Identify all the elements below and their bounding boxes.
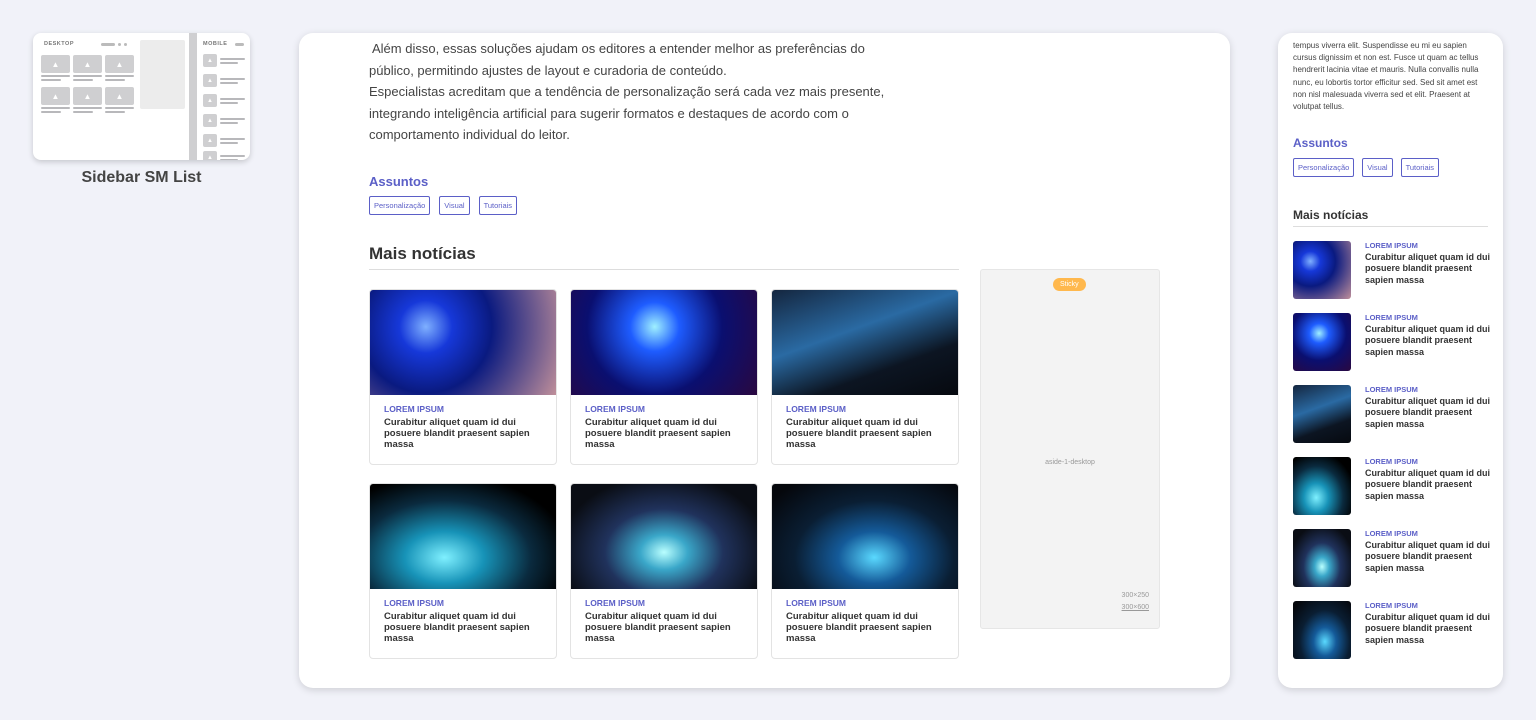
sticky-badge: Sticky xyxy=(1053,278,1086,291)
news-image xyxy=(571,290,757,395)
image-placeholder-icon: ▲ xyxy=(41,55,70,73)
tag-personalizacao[interactable]: Personalização xyxy=(1293,158,1355,177)
aside-ad-slot: Sticky aside-1-desktop 300×250 300×600 xyxy=(980,269,1160,629)
news-image xyxy=(370,290,556,395)
news-category: LOREM IPSUM xyxy=(1365,457,1418,466)
image-placeholder-icon: ▲ xyxy=(105,87,134,105)
image-placeholder-icon: ▲ xyxy=(73,55,102,73)
mais-noticias-heading: Mais notícias xyxy=(369,244,476,263)
thumbnail-mobile-row: ▲ xyxy=(203,114,245,127)
news-card[interactable]: LOREM IPSUM Curabitur aliquet quam id du… xyxy=(369,483,557,659)
thumbnail-mobile-row: ▲ xyxy=(203,151,245,160)
news-headline: Curabitur aliquet quam id dui posuere bl… xyxy=(1365,612,1491,645)
assuntos-heading: Assuntos xyxy=(369,174,429,189)
news-list-item[interactable]: LOREM IPSUM Curabitur aliquet quam id du… xyxy=(1293,385,1490,445)
news-list-item[interactable]: LOREM IPSUM Curabitur aliquet quam id du… xyxy=(1293,601,1490,661)
news-category: LOREM IPSUM xyxy=(1365,241,1418,250)
news-category: LOREM IPSUM xyxy=(1365,529,1418,538)
news-category: LOREM IPSUM xyxy=(786,598,846,608)
news-category: LOREM IPSUM xyxy=(1365,601,1418,610)
news-headline: Curabitur aliquet quam id dui posuere bl… xyxy=(1365,396,1491,429)
article-paragraph: tempus viverra elit. Suspendisse eu mi e… xyxy=(1293,41,1479,112)
thumbnail-bar xyxy=(235,43,244,46)
tag-visual[interactable]: Visual xyxy=(439,196,470,215)
news-list-item[interactable]: LOREM IPSUM Curabitur aliquet quam id du… xyxy=(1293,529,1490,589)
thumbnail-mobile-row: ▲ xyxy=(203,54,245,67)
news-headline: Curabitur aliquet quam id dui posuere bl… xyxy=(585,417,731,450)
thumbnail-divider xyxy=(189,33,197,160)
assuntos-heading: Assuntos xyxy=(1293,136,1348,150)
news-headline: Curabitur aliquet quam id dui posuere bl… xyxy=(1365,252,1491,285)
news-headline: Curabitur aliquet quam id dui posuere bl… xyxy=(786,417,932,450)
news-image xyxy=(571,484,757,589)
thumbnail-aside xyxy=(140,40,185,109)
tag-tutoriais[interactable]: Tutoriais xyxy=(478,196,518,215)
news-thumbnail xyxy=(1293,601,1351,659)
news-card[interactable]: LOREM IPSUM Curabitur aliquet quam id du… xyxy=(369,289,557,465)
news-image xyxy=(772,290,958,395)
article-paragraph: Especialistas acreditam que a tendência … xyxy=(369,84,885,142)
news-image xyxy=(370,484,556,589)
news-category: LOREM IPSUM xyxy=(384,598,444,608)
image-placeholder-icon: ▲ xyxy=(41,87,70,105)
thumbnail-mobile-row: ▲ xyxy=(203,94,245,107)
tag-list: Personalização Visual Tutoriais xyxy=(1293,158,1440,177)
news-thumbnail xyxy=(1293,241,1351,299)
section-divider xyxy=(1293,226,1488,227)
news-category: LOREM IPSUM xyxy=(786,404,846,414)
desktop-label: DESKTOP xyxy=(44,41,74,47)
news-thumbnail xyxy=(1293,457,1351,515)
news-list-item[interactable]: LOREM IPSUM Curabitur aliquet quam id du… xyxy=(1293,241,1490,301)
news-headline: Curabitur aliquet quam id dui posuere bl… xyxy=(585,611,731,644)
news-thumbnail xyxy=(1293,529,1351,587)
section-divider xyxy=(369,269,959,270)
article-paragraph: Além disso, essas soluções ajudam os edi… xyxy=(369,41,865,78)
news-headline: Curabitur aliquet quam id dui posuere bl… xyxy=(786,611,932,644)
tag-tutoriais[interactable]: Tutoriais xyxy=(1400,158,1440,177)
thumbnail-mobile-row: ▲ xyxy=(203,74,245,87)
news-category: LOREM IPSUM xyxy=(1365,313,1418,322)
news-headline: Curabitur aliquet quam id dui posuere bl… xyxy=(384,417,530,450)
news-category: LOREM IPSUM xyxy=(384,404,444,414)
news-category: LOREM IPSUM xyxy=(585,404,645,414)
news-thumbnail xyxy=(1293,385,1351,443)
news-headline: Curabitur aliquet quam id dui posuere bl… xyxy=(1365,324,1491,357)
news-list-item[interactable]: LOREM IPSUM Curabitur aliquet quam id du… xyxy=(1293,313,1490,373)
news-list-item[interactable]: LOREM IPSUM Curabitur aliquet quam id du… xyxy=(1293,457,1490,517)
ad-size-300x600[interactable]: 300×600 xyxy=(1122,604,1149,611)
mais-noticias-heading: Mais notícias xyxy=(1293,208,1369,222)
thumbnail-grid: ▲ ▲ ▲ ▲ ▲ ▲ xyxy=(41,55,134,113)
thumbnail-mobile-row: ▲ xyxy=(203,134,245,147)
news-card[interactable]: LOREM IPSUM Curabitur aliquet quam id du… xyxy=(771,483,959,659)
news-headline: Curabitur aliquet quam id dui posuere bl… xyxy=(1365,540,1491,573)
news-thumbnail xyxy=(1293,313,1351,371)
tag-list: Personalização Visual Tutoriais xyxy=(369,196,518,215)
news-category: LOREM IPSUM xyxy=(1365,385,1418,394)
news-card[interactable]: LOREM IPSUM Curabitur aliquet quam id du… xyxy=(570,289,758,465)
ad-size-300x250: 300×250 xyxy=(1121,592,1149,599)
news-image xyxy=(772,484,958,589)
mobile-label: MOBILE xyxy=(203,41,228,47)
news-card[interactable]: LOREM IPSUM Curabitur aliquet quam id du… xyxy=(771,289,959,465)
desktop-preview: Além disso, essas soluções ajudam os edi… xyxy=(299,33,1230,688)
news-headline: Curabitur aliquet quam id dui posuere bl… xyxy=(1365,468,1491,501)
news-headline: Curabitur aliquet quam id dui posuere bl… xyxy=(384,611,530,644)
news-category: LOREM IPSUM xyxy=(585,598,645,608)
layout-thumbnail[interactable]: DESKTOP ▲ ▲ ▲ ▲ ▲ ▲ MOBILE ▲ ▲ ▲ ▲ ▲ ▲ xyxy=(33,33,250,160)
image-placeholder-icon: ▲ xyxy=(73,87,102,105)
mobile-preview: tempus viverra elit. Suspendisse eu mi e… xyxy=(1278,33,1503,688)
news-card[interactable]: LOREM IPSUM Curabitur aliquet quam id du… xyxy=(570,483,758,659)
image-placeholder-icon: ▲ xyxy=(105,55,134,73)
aside-label: aside-1-desktop xyxy=(1045,459,1095,466)
tag-visual[interactable]: Visual xyxy=(1362,158,1393,177)
tag-personalizacao[interactable]: Personalização xyxy=(369,196,431,215)
thumbnail-caption: Sidebar SM List xyxy=(81,169,202,186)
thumbnail-dots xyxy=(101,43,127,46)
